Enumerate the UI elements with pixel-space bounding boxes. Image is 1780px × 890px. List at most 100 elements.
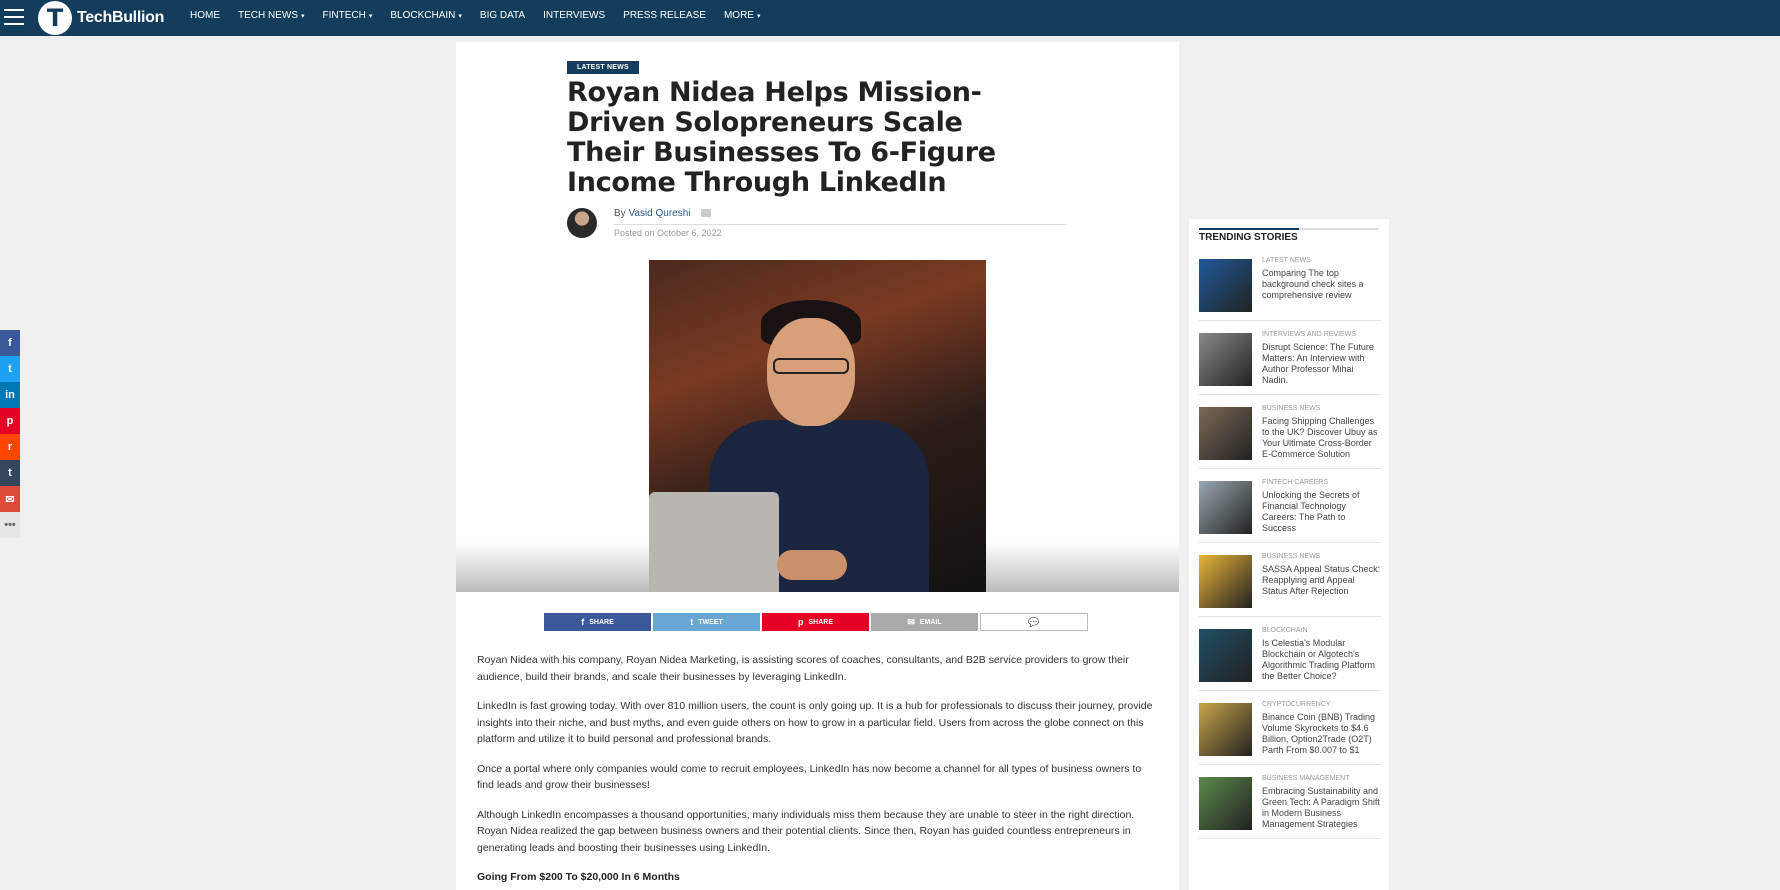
share-button-facebook[interactable]: f SHARE	[544, 613, 651, 631]
sidebar-title-rule	[1199, 228, 1379, 230]
more-icon[interactable]: •••	[0, 512, 20, 538]
nav-item-home[interactable]: HOME	[190, 10, 220, 21]
trending-text: CRYPTOCURRENCY Binance Coin (BNB) Trading…	[1262, 701, 1381, 756]
trending-item[interactable]: INTERVIEWS AND REVIEWS Disrupt Science: T…	[1199, 325, 1381, 395]
trending-text: BUSINESS NEWS SASSA Appeal Status Check: …	[1262, 553, 1381, 608]
featured-photo	[649, 260, 986, 592]
nav-item-label: TECH NEWS	[238, 10, 298, 21]
site-logo[interactable]: T TechBullion	[38, 1, 164, 35]
trending-title[interactable]: SASSA Appeal Status Check: Reapplying an…	[1262, 564, 1381, 597]
sidebar-title: TRENDING STORIES	[1199, 232, 1298, 243]
article-paragraph: Although LinkedIn encompasses a thousand…	[477, 808, 1135, 854]
email-author-icon[interactable]	[701, 209, 712, 218]
facebook-icon: f	[581, 617, 585, 627]
trending-title[interactable]: Is Celestia's Modular Blockchain or Algo…	[1262, 638, 1381, 682]
trending-item[interactable]: BUSINESS NEWS SASSA Appeal Status Check: …	[1199, 547, 1381, 617]
trending-category[interactable]: BUSINESS MANAGEMENT	[1262, 775, 1381, 782]
post-date: Posted on October 6, 2022	[614, 228, 722, 238]
nav-item-label: MORE	[723, 10, 754, 21]
nav-item-label: INTERVIEWS	[543, 10, 606, 21]
trending-text: BUSINESS MANAGEMENT Embracing Sustainabil…	[1262, 775, 1381, 830]
share-button-twitter[interactable]: t TWEET	[653, 613, 760, 631]
caret-down-icon: ▾	[368, 13, 373, 20]
nav-item-blockchain[interactable]: BLOCKCHAIN ▾	[390, 10, 462, 21]
byline: By Vasid Qureshi	[614, 208, 712, 219]
trending-item[interactable]: LATEST NEWS Comparing The top background …	[1199, 251, 1381, 321]
trending-title[interactable]: Facing Shipping Challenges to the UK? Di…	[1262, 416, 1381, 460]
logo-text: TechBullion	[77, 9, 165, 26]
trending-category[interactable]: FINTECH CAREERS	[1262, 479, 1381, 486]
trending-category[interactable]: BUSINESS NEWS	[1262, 553, 1381, 560]
trending-item[interactable]: BLOCKCHAIN Is Celestia's Modular Blockcha…	[1199, 621, 1381, 691]
article-title: Royan Nidea Helps Mission-Driven Solopre…	[567, 77, 996, 198]
comment-icon: 💬	[1028, 616, 1040, 627]
twitter-icon[interactable]: t	[0, 356, 20, 382]
trending-category[interactable]: INTERVIEWS AND REVIEWS	[1262, 331, 1381, 338]
trending-list: LATEST NEWS Comparing The top background …	[1199, 251, 1381, 843]
trending-category[interactable]: BUSINESS NEWS	[1262, 405, 1381, 412]
caret-down-icon: ▾	[458, 13, 462, 20]
logo-mark: T	[38, 1, 72, 35]
author-avatar[interactable]	[567, 208, 597, 238]
nav-item-label: BIG DATA	[479, 10, 526, 21]
article-card: LATEST NEWS Royan Nidea Helps Mission-Dr…	[456, 42, 1179, 890]
trending-title[interactable]: Binance Coin (BNB) Trading Volume Skyroc…	[1262, 712, 1381, 756]
trending-thumbnail[interactable]	[1199, 407, 1252, 460]
main-nav: HOME TECH NEWS ▾ FINTECH ▾ BLOCKCHAIN ▾ BIG DAT…	[190, 0, 778, 31]
trending-thumbnail[interactable]	[1199, 333, 1252, 386]
share-button-label: EMAIL	[919, 618, 942, 626]
trending-text: BUSINESS NEWS Facing Shipping Challenges …	[1262, 405, 1381, 460]
category-badge[interactable]: LATEST NEWS	[567, 61, 639, 74]
trending-category[interactable]: CRYPTOCURRENCY	[1262, 701, 1381, 708]
trending-sidebar: TRENDING STORIES LATEST NEWS Comparing Th…	[1189, 219, 1389, 890]
article-body: Royan Nidea with his company, Royan Nide…	[477, 652, 1157, 886]
article-paragraph: Royan Nidea with his company, Royan Nide…	[477, 654, 1129, 683]
nav-item-tech-news[interactable]: TECH NEWS ▾	[238, 10, 305, 21]
nav-item-label: BLOCKCHAIN	[390, 10, 456, 21]
trending-text: FINTECH CAREERS Unlocking the Secrets of …	[1262, 479, 1381, 534]
share-buttons: f SHARE t TWEET p SHARE ✉ EMAIL 💬	[544, 613, 1088, 631]
nav-item-press-release[interactable]: PRESS RELEASE	[623, 10, 706, 21]
share-button-email[interactable]: ✉ EMAIL	[871, 613, 978, 631]
menu-icon[interactable]	[4, 9, 24, 25]
featured-image-area	[456, 260, 1179, 592]
trending-title[interactable]: Embracing Sustainability and Green Tech:…	[1262, 786, 1381, 830]
email-icon[interactable]: ✉	[0, 486, 20, 512]
email-icon: ✉	[907, 616, 915, 627]
tumblr-icon[interactable]: t	[0, 460, 20, 486]
trending-thumbnail[interactable]	[1199, 703, 1252, 756]
nav-item-fintech[interactable]: FINTECH ▾	[323, 10, 373, 21]
trending-category[interactable]: BLOCKCHAIN	[1262, 627, 1381, 634]
caret-down-icon: ▾	[301, 13, 305, 20]
trending-text: BLOCKCHAIN Is Celestia's Modular Blockcha…	[1262, 627, 1381, 682]
trending-thumbnail[interactable]	[1199, 481, 1252, 534]
share-button-pinterest[interactable]: p SHARE	[762, 613, 869, 631]
nav-item-label: HOME	[190, 10, 220, 21]
article-paragraph: LinkedIn is fast growing today. With ove…	[477, 700, 1153, 745]
nav-item-more[interactable]: MORE ▾	[724, 10, 761, 21]
linkedin-icon[interactable]: in	[0, 382, 20, 408]
pinterest-icon[interactable]: p	[0, 408, 20, 434]
caret-down-icon: ▾	[756, 13, 761, 20]
author-link[interactable]: Vasid Qureshi	[628, 208, 690, 219]
trending-category[interactable]: LATEST NEWS	[1262, 257, 1381, 264]
nav-item-interviews[interactable]: INTERVIEWS	[543, 10, 605, 21]
trending-thumbnail[interactable]	[1199, 629, 1252, 682]
facebook-icon[interactable]: f	[0, 330, 20, 356]
pinterest-icon: p	[797, 617, 804, 627]
trending-item[interactable]: CRYPTOCURRENCY Binance Coin (BNB) Trading…	[1199, 695, 1381, 765]
nav-item-big-data[interactable]: BIG DATA	[480, 10, 525, 21]
trending-title[interactable]: Disrupt Science: The Future Matters: An …	[1262, 342, 1381, 386]
trending-thumbnail[interactable]	[1199, 259, 1252, 312]
trending-item[interactable]: BUSINESS MANAGEMENT Embracing Sustainabil…	[1199, 769, 1381, 839]
reddit-icon[interactable]: r	[0, 434, 20, 460]
trending-title[interactable]: Unlocking the Secrets of Financial Techn…	[1262, 490, 1381, 534]
trending-item[interactable]: BUSINESS NEWS Facing Shipping Challenges …	[1199, 399, 1381, 469]
trending-thumbnail[interactable]	[1199, 777, 1252, 830]
comments-button[interactable]: 💬	[980, 613, 1088, 631]
trending-item[interactable]: FINTECH CAREERS Unlocking the Secrets of …	[1199, 473, 1381, 543]
article-subheading: Going From $200 To $20,000 In 6 Months	[477, 871, 680, 883]
trending-thumbnail[interactable]	[1199, 555, 1252, 608]
trending-title[interactable]: Comparing The top background check sites…	[1262, 268, 1381, 301]
share-button-label: SHARE	[589, 618, 614, 626]
